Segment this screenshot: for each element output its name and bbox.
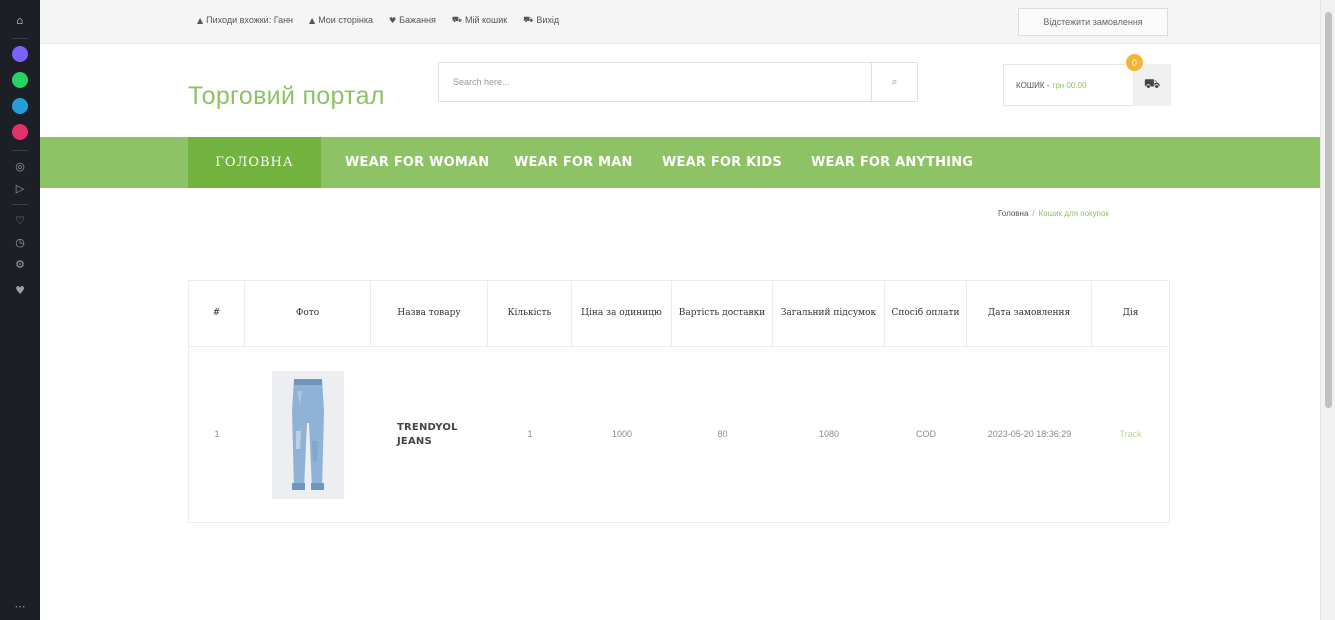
top-link-my-page[interactable]: ▲ Мои сторінка (309, 15, 373, 25)
settings-icon[interactable]: ⚙ (12, 256, 28, 272)
sidebar-divider (12, 204, 28, 205)
search-bar: ⌕ (438, 62, 918, 102)
main-nav: ГОЛОВНА WEAR FOR WOMAN WEAR FOR MAN WEAR… (40, 137, 1320, 188)
cell-total: 1080 (818, 429, 840, 440)
telegram-icon[interactable] (12, 98, 28, 114)
cart-summary[interactable]: КОШИК - грн 00.00 (1003, 64, 1135, 106)
cell-payment: COD (916, 429, 936, 440)
instagram-icon[interactable] (12, 124, 28, 140)
column-header: Кількість (488, 281, 572, 347)
nav-item-kids[interactable]: WEAR FOR KIDS (662, 137, 782, 188)
column-header: Ціна за одиницю (572, 281, 672, 347)
table-row: 1 TRENDYOL JEANS 1 1000 80 1080 COD 2023… (189, 347, 1169, 522)
nav-item-anything[interactable]: WEAR FOR ANYTHING (811, 137, 973, 188)
jeans-icon (272, 370, 344, 499)
top-link-cart[interactable]: ⛟ Мій кошик (452, 15, 507, 25)
cell-shipping: 80 (717, 429, 728, 440)
column-header: Загальний підсумок (773, 281, 885, 347)
table-header: # Фото Назва товару Кількість Ціна за од… (189, 281, 1169, 347)
column-header: Спосіб оплати (885, 281, 967, 347)
sidebar-divider (12, 38, 28, 39)
cart-count-badge: 0 (1126, 54, 1143, 71)
nav-item-women[interactable]: WEAR FOR WOMAN (345, 137, 489, 188)
browser-window: ⌂ ◎ ▷ ♡ ◷ ⚙ ♥ ⋯ ▲ Пиходи вхожки: Ганн ▲ … (0, 0, 1335, 620)
orders-table: # Фото Назва товару Кількість Ціна за од… (188, 280, 1170, 523)
user-icon: ▲ (197, 15, 204, 25)
top-link-label: Вихід (536, 15, 560, 25)
nav-item-men[interactable]: WEAR FOR MAN (514, 137, 633, 188)
cart-icon: ⛟ (451, 15, 462, 24)
product-photo[interactable] (272, 370, 344, 499)
search-button[interactable]: ⌕ (871, 63, 917, 101)
cell-photo (245, 347, 371, 522)
home-icon[interactable]: ⌂ (12, 12, 28, 28)
cell-unit-price: 1000 (611, 429, 633, 440)
track-order-button[interactable]: Відстежити замовлення (1018, 8, 1168, 36)
top-link-label: Пиходи вхожки: Ганн (206, 15, 294, 25)
top-link-label: Бажання (399, 15, 436, 25)
cart-label: КОШИК - (1016, 80, 1050, 90)
clock-icon[interactable]: ◷ (12, 234, 28, 250)
heart-icon: ♥ (388, 15, 397, 25)
top-link-label: Мои сторінка (318, 15, 373, 25)
sidebar-divider (12, 150, 28, 151)
search-icon: ⌕ (891, 75, 898, 88)
column-header: Вартість доставки (672, 281, 773, 347)
column-header: # (189, 281, 245, 347)
site-logo[interactable]: Торговий портал (188, 82, 385, 111)
cart-icon: ⛟ (1143, 76, 1161, 92)
column-header: Назва товару (371, 281, 488, 347)
browser-sidebar: ⌂ ◎ ▷ ♡ ◷ ⚙ ♥ ⋯ (0, 0, 40, 620)
target-icon[interactable]: ◎ (12, 158, 28, 174)
nav-item-home[interactable]: ГОЛОВНА (188, 137, 321, 188)
extension-icon[interactable]: ♥ (12, 282, 28, 298)
column-header: Фото (245, 281, 371, 347)
cell-quantity: 1 (527, 429, 533, 440)
cell-order-date: 2023-05-20 18:36:29 (987, 429, 1072, 440)
column-header: Дата замовлення (967, 281, 1092, 347)
more-icon[interactable]: ⋯ (12, 598, 28, 614)
cell-product-name[interactable]: TRENDYOL JEANS (371, 347, 488, 522)
user-icon: ▲ (309, 15, 316, 25)
top-link-wishlist[interactable]: ♥ Бажання (389, 15, 436, 25)
top-link-logout[interactable]: ⛟ Вихід (523, 15, 559, 25)
messenger-icon[interactable] (12, 46, 28, 62)
breadcrumb-home[interactable]: Головна (998, 209, 1028, 218)
heart-icon[interactable]: ♡ (12, 212, 28, 228)
track-order-link[interactable]: Track (1092, 347, 1169, 522)
breadcrumb-current: Кошик для покупок (1038, 209, 1109, 218)
page-scrollbar[interactable] (1320, 0, 1335, 620)
breadcrumb-separator: / (1032, 209, 1035, 218)
cart-button[interactable]: ⛟ (1133, 64, 1171, 106)
breadcrumb: Головна / Кошик для покупок (998, 209, 1109, 218)
top-links: ▲ Пиходи вхожки: Ганн ▲ Мои сторінка ♥ Б… (197, 15, 559, 25)
cart-total: грн 00.00 (1052, 80, 1087, 90)
scrollbar-thumb[interactable] (1325, 12, 1332, 408)
top-link-account[interactable]: ▲ Пиходи вхожки: Ганн (197, 15, 293, 25)
cell-index: 1 (214, 429, 220, 440)
search-input[interactable] (439, 63, 872, 101)
top-utility-bar: ▲ Пиходи вхожки: Ганн ▲ Мои сторінка ♥ Б… (40, 0, 1320, 44)
send-icon[interactable]: ▷ (12, 180, 28, 196)
top-link-label: Мій кошик (464, 15, 508, 25)
whatsapp-icon[interactable] (12, 72, 28, 88)
cart-icon: ⛟ (523, 15, 534, 24)
column-header: Дія (1122, 308, 1139, 319)
